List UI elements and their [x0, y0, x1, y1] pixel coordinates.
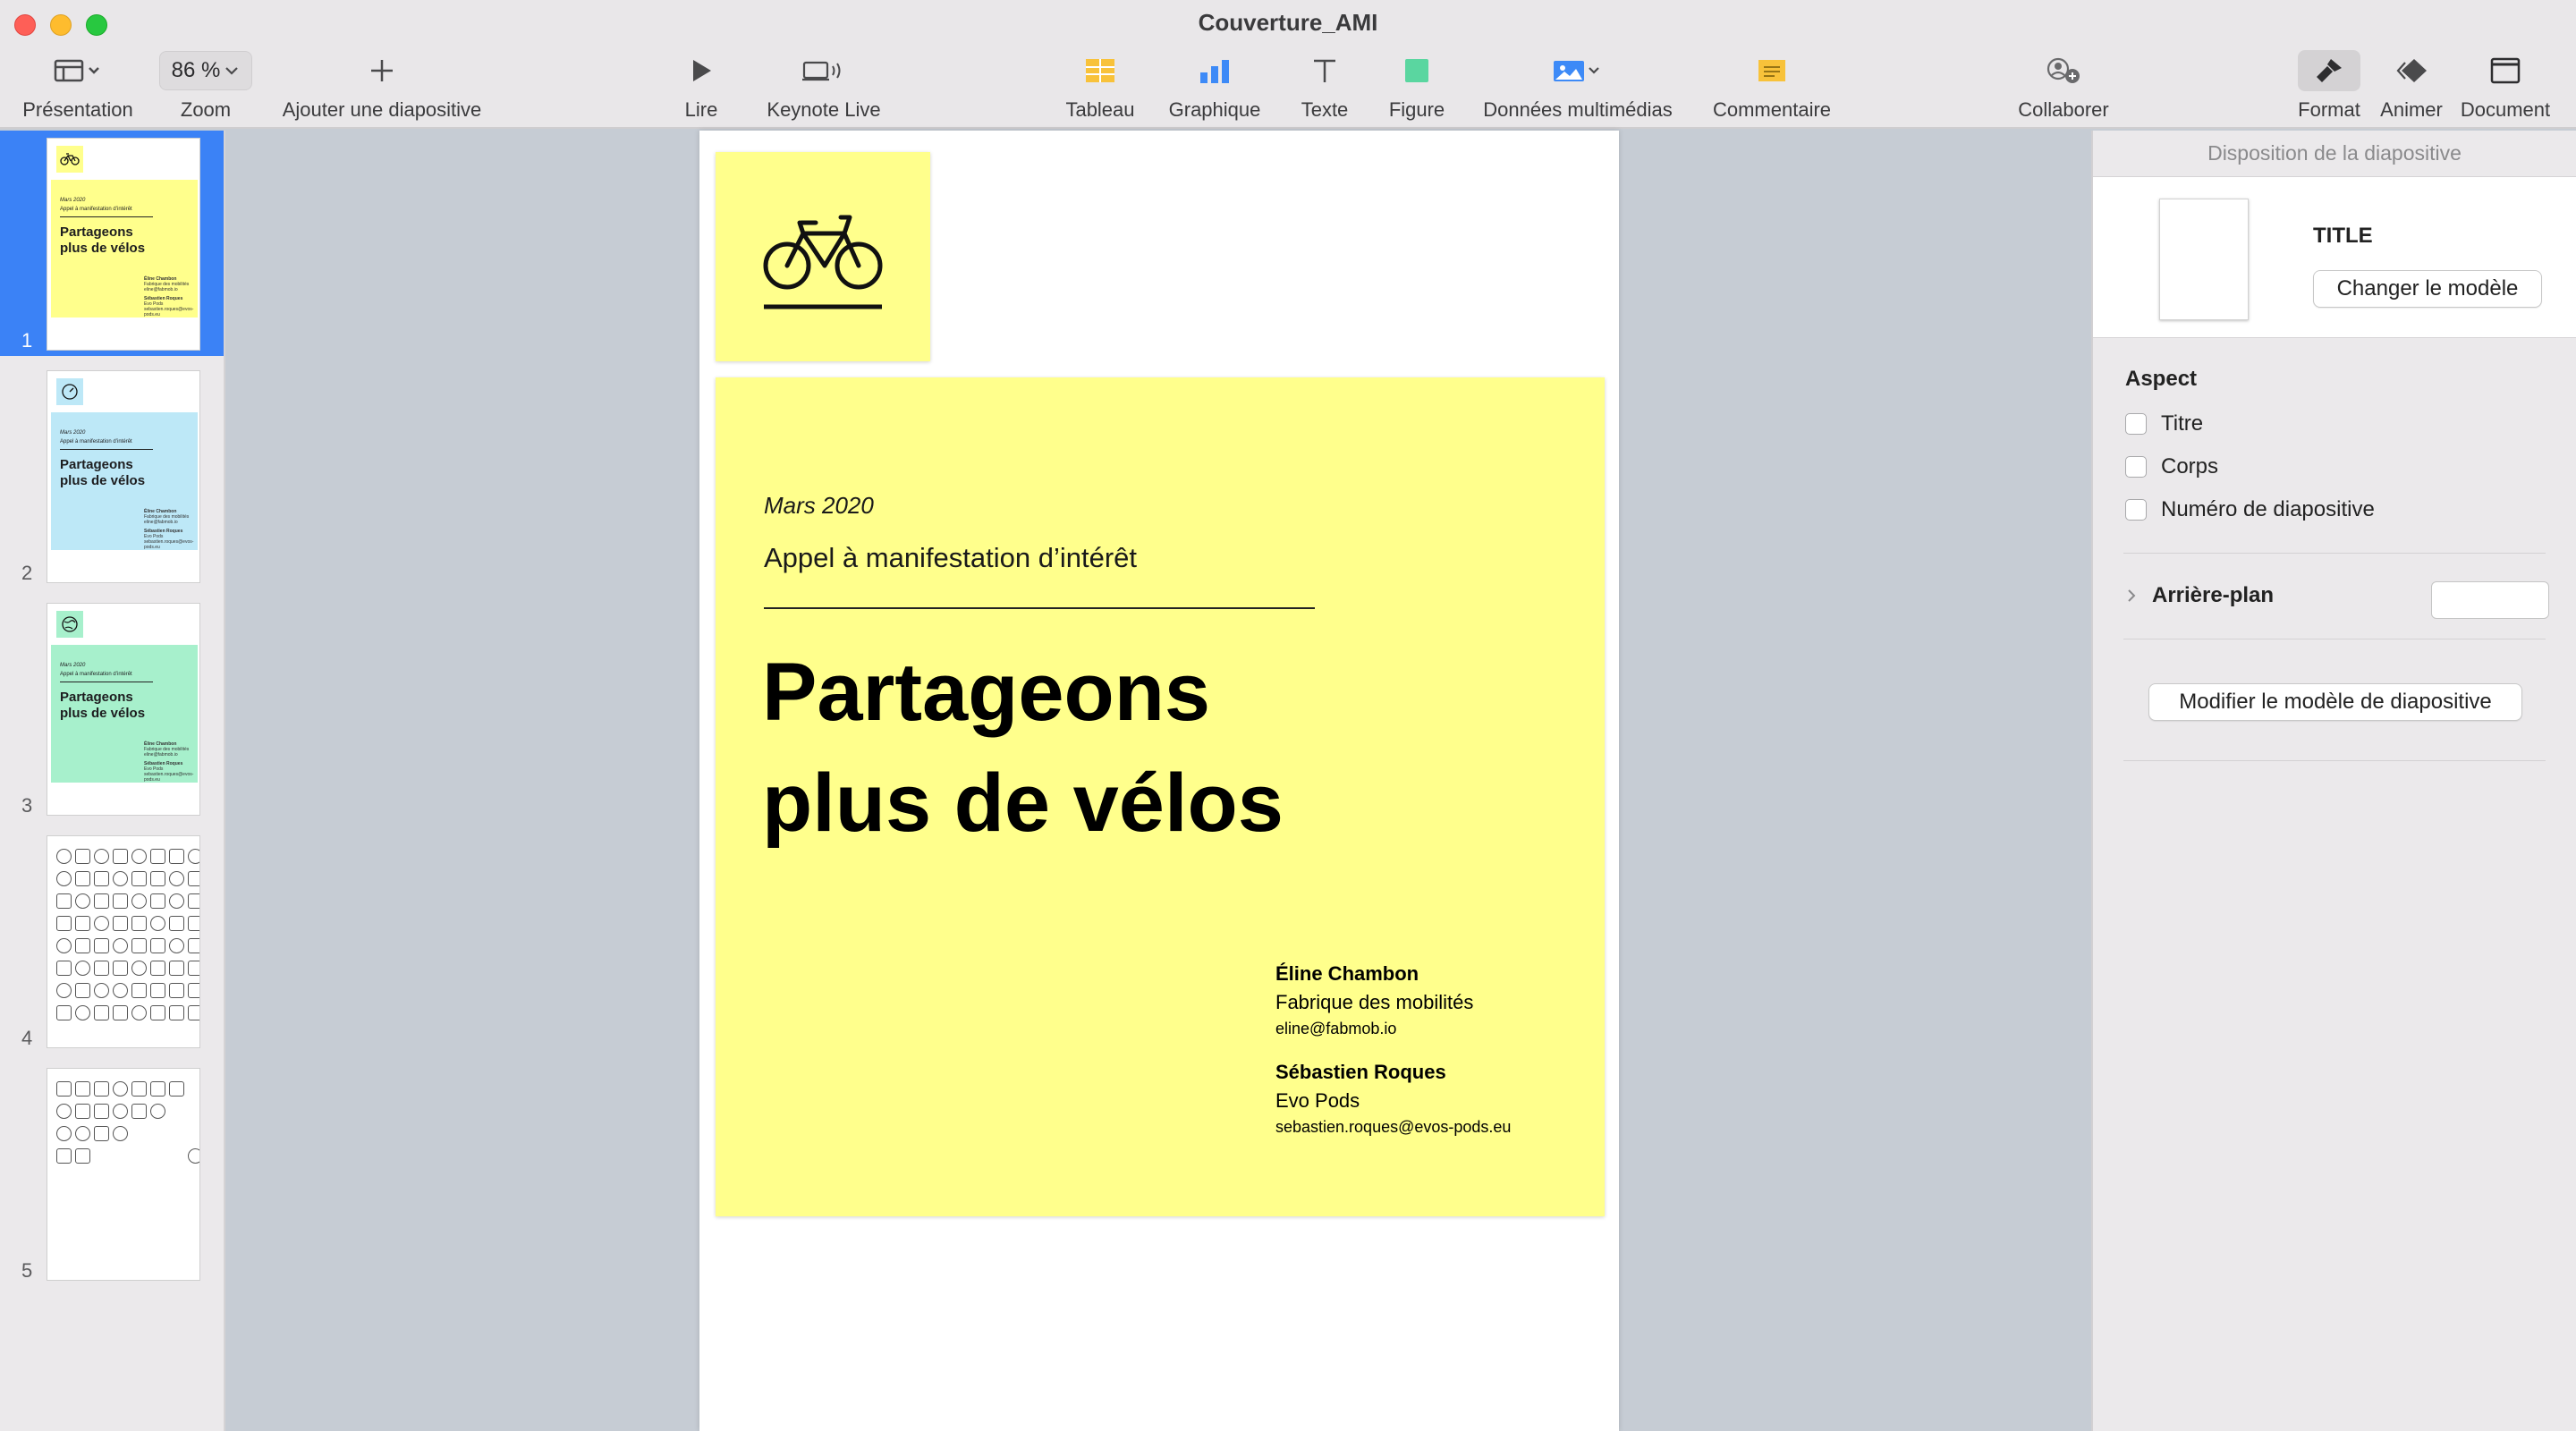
zoom-control[interactable]: 86 % Zoom — [159, 50, 252, 125]
chart-button[interactable]: Graphique — [1165, 50, 1265, 125]
comment-button[interactable]: Commentaire — [1707, 50, 1837, 125]
title-block[interactable]: Mars 2020 Appel à manifestation d’intérê… — [716, 377, 1605, 1216]
slide-subtitle[interactable]: Appel à manifestation d’intérêt — [764, 542, 1137, 574]
edit-slide-layout-button[interactable]: Modifier le modèle de diapositive — [2148, 683, 2522, 721]
bicycle-icon — [763, 215, 883, 309]
layout-name: TITLE — [2313, 224, 2373, 248]
appearance-label: Aspect — [2125, 367, 2198, 391]
background-color-well[interactable] — [2431, 581, 2549, 619]
animate-icon — [2394, 50, 2428, 91]
author-block-2[interactable]: Sébastien Roques Evo Pods sebastien.roqu… — [1275, 1061, 1511, 1137]
play-button[interactable]: Lire — [665, 50, 737, 125]
slide-thumbnail-image — [47, 1068, 200, 1281]
play-icon — [690, 50, 713, 91]
format-button[interactable]: Format — [2293, 50, 2365, 125]
logo-box[interactable] — [716, 152, 930, 361]
icon-library-grid — [56, 849, 199, 1020]
shape-icon — [1404, 50, 1429, 91]
slide-number: 5 — [21, 1259, 33, 1282]
inspector-header: Disposition de la diapositive — [2093, 131, 2576, 177]
title-checkbox-row[interactable]: Titre — [2125, 411, 2203, 436]
collaborate-button[interactable]: Collaborer — [2012, 50, 2114, 125]
slide-thumbnail-4[interactable]: 4 — [0, 828, 224, 1054]
layout-thumbnail — [2159, 199, 2249, 320]
speedometer-icon — [56, 378, 83, 405]
table-icon — [1085, 50, 1115, 91]
slide-number: 4 — [21, 1027, 33, 1049]
slide-number: 3 — [21, 794, 33, 817]
slide-thumbnail-3[interactable]: Mars 2020 Appel à manifestation d’intérê… — [0, 596, 224, 821]
keynote-live-icon — [802, 50, 845, 91]
format-inspector: Disposition de la diapositive TITLE Chan… — [2091, 131, 2576, 1431]
slide-thumbnail-1[interactable]: Mars 2020 Appel à manifestation d’intérê… — [0, 131, 224, 356]
author-block-1[interactable]: Éline Chambon Fabrique des mobilités eli… — [1275, 962, 1473, 1038]
media-button[interactable]: Données multimédias — [1476, 50, 1680, 125]
comment-icon — [1758, 50, 1786, 91]
slide[interactable]: Mars 2020 Appel à manifestation d’intérê… — [699, 131, 1619, 1431]
slide-canvas: Mars 2020 Appel à manifestation d’intérê… — [225, 131, 2091, 1431]
toolbar: Couverture_AMI Présentation 86 % Zoom Aj… — [0, 0, 2576, 129]
animate-button[interactable]: Animer — [2376, 50, 2447, 125]
slide-title[interactable]: Partageons plus de vélos — [762, 637, 1284, 859]
collaborate-icon — [2044, 50, 2083, 91]
bicycle-icon — [56, 146, 83, 173]
slide-date[interactable]: Mars 2020 — [764, 492, 874, 520]
slide-number-checkbox-row[interactable]: Numéro de diapositive — [2125, 497, 2375, 522]
view-layout-icon — [54, 50, 102, 91]
plus-icon — [369, 50, 395, 91]
zoom-select[interactable]: 86 % — [159, 51, 252, 90]
presentation-view-button[interactable]: Présentation — [18, 50, 138, 125]
window-title: Couverture_AMI — [1198, 9, 1378, 36]
slide-thumbnail-5[interactable]: 5 — [0, 1061, 224, 1286]
paintbrush-icon — [2298, 50, 2360, 91]
slide-thumbnail-image: Mars 2020 Appel à manifestation d’intérê… — [47, 138, 200, 351]
title-checkbox[interactable] — [2125, 413, 2147, 435]
text-icon — [1312, 50, 1337, 91]
change-template-button[interactable]: Changer le modèle — [2313, 270, 2542, 308]
chevron-right-icon — [2128, 589, 2136, 602]
bar-chart-icon — [1199, 50, 1231, 91]
slide-thumbnail-image — [47, 835, 200, 1048]
slide-number-checkbox[interactable] — [2125, 499, 2147, 521]
slide-thumbnail-2[interactable]: Mars 2020 Appel à manifestation d’intérê… — [0, 363, 224, 588]
text-button[interactable]: Texte — [1293, 50, 1356, 125]
slide-number: 2 — [21, 562, 33, 584]
icon-library-grid — [56, 1081, 199, 1164]
slide-number: 1 — [21, 329, 33, 351]
body-checkbox-row[interactable]: Corps — [2125, 454, 2218, 479]
chevron-down-icon — [225, 67, 239, 75]
slide-navigator: Mars 2020 Appel à manifestation d’intérê… — [0, 131, 225, 1431]
keynote-live-button[interactable]: Keynote Live — [760, 50, 887, 125]
shape-button[interactable]: Figure — [1383, 50, 1451, 125]
globe-icon — [56, 611, 83, 638]
image-icon — [1552, 50, 1604, 91]
slide-thumbnail-image: Mars 2020 Appel à manifestation d’intérê… — [47, 370, 200, 583]
divider-line — [764, 607, 1315, 609]
document-button[interactable]: Document — [2456, 50, 2555, 125]
add-slide-button[interactable]: Ajouter une diapositive — [274, 50, 490, 125]
document-icon — [2490, 50, 2521, 91]
background-disclosure[interactable]: Arrière-plan — [2125, 583, 2274, 608]
slide-thumbnail-image: Mars 2020 Appel à manifestation d’intérê… — [47, 603, 200, 816]
body-checkbox[interactable] — [2125, 456, 2147, 478]
table-button[interactable]: Tableau — [1061, 50, 1140, 125]
